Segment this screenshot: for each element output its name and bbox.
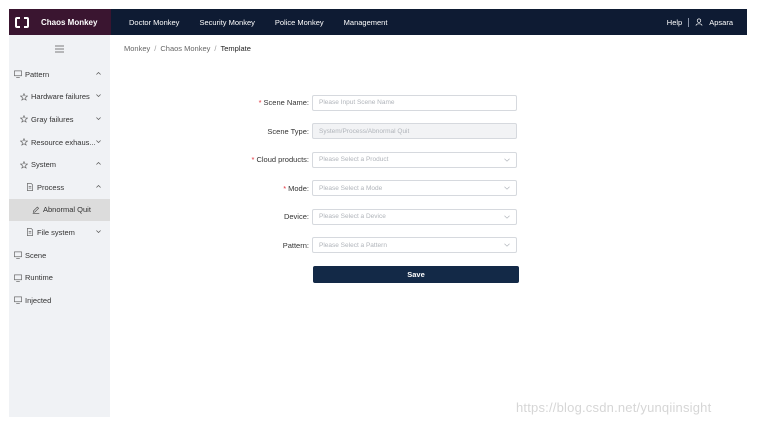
nav-right: Help Apsara [667, 17, 747, 27]
sidebar-item-label: Abnormal Quit [43, 205, 91, 215]
monitor-icon [13, 273, 22, 282]
save-button[interactable]: Save [313, 266, 519, 283]
nav-police-monkey[interactable]: Police Monkey [265, 18, 334, 27]
monitor-icon [13, 251, 22, 260]
chevron-down-icon [504, 243, 510, 247]
pattern-row: Pattern: Please Select a Pattern [200, 237, 530, 254]
sidebar-item-label: System [31, 160, 57, 170]
mode-select[interactable]: Please Select a Mode [312, 180, 517, 196]
scene-name-input[interactable]: Please Input Scene Name [312, 94, 517, 111]
mode-label: * Mode: [283, 183, 309, 193]
sidebar-item-injected[interactable]: Injected [9, 289, 110, 312]
chevron-down-icon [96, 116, 101, 123]
chevron-down-icon [504, 158, 510, 162]
collapse-toggle[interactable] [9, 35, 110, 63]
chevron-up-icon [96, 161, 101, 168]
top-navbar: Chaos Monkey Doctor Monkey Security Monk… [9, 9, 747, 35]
mode-row: * Mode: Please Select a Mode [200, 180, 530, 197]
sidebar-item-system[interactable]: System [9, 153, 110, 176]
chevron-down-icon [504, 186, 510, 190]
cloud-products-row: * Cloud products: Please Select a Product [200, 151, 530, 168]
star-icon [19, 138, 28, 147]
sidebar-item-hardware-failures[interactable]: Hardware failures [9, 86, 110, 109]
chevron-down-icon [504, 215, 510, 219]
breadcrumb-sep: / [214, 44, 217, 53]
sidebar-item-label: Hardware failures [31, 92, 90, 102]
sidebar-item-label: Resource exhaus... [31, 137, 96, 147]
breadcrumb-monkey[interactable]: Monkey [124, 44, 150, 53]
cloud-products-label: * Cloud products: [251, 155, 309, 164]
device-row: Device: Please Select a Device [200, 208, 530, 225]
file-icon [25, 228, 34, 237]
monitor-icon [13, 296, 22, 305]
chevron-down-icon [96, 139, 101, 146]
sidebar: Pattern Hardware failures Gray failures Res… [9, 35, 110, 417]
breadcrumb-chaos-monkey[interactable]: Chaos Monkey [160, 44, 210, 53]
sidebar-item-label: Injected [25, 295, 52, 305]
nav-security-monkey[interactable]: Security Monkey [189, 18, 264, 27]
star-icon [19, 92, 28, 101]
device-label: Device: [283, 212, 309, 221]
scene-name-row: * Scene Name: Please Input Scene Name [200, 94, 530, 111]
star-icon [19, 115, 28, 124]
required-mark: * [251, 155, 255, 164]
pattern-select[interactable]: Please Select a Pattern [312, 237, 517, 253]
nav-management[interactable]: Management [334, 18, 398, 27]
breadcrumb-template: Template [220, 44, 251, 53]
chevron-up-icon [96, 184, 101, 191]
scene-type-row: Scene Type: System/Process/Abnormal Quit [200, 123, 530, 140]
edit-icon [31, 205, 40, 214]
nav-doctor-monkey[interactable]: Doctor Monkey [119, 18, 189, 27]
sidebar-item-label: File system [37, 227, 75, 237]
sidebar-item-runtime[interactable]: Runtime [9, 266, 110, 289]
user-icon [695, 18, 703, 26]
file-icon [25, 183, 34, 192]
sidebar-item-pattern[interactable]: Pattern [9, 63, 110, 86]
sidebar-item-label: Process [37, 182, 65, 192]
required-mark: * [258, 98, 262, 107]
sidebar-item-process[interactable]: Process [9, 176, 110, 199]
sidebar-item-gray-failures[interactable]: Gray failures [9, 108, 110, 131]
monitor-icon [13, 70, 22, 79]
chevron-down-icon [96, 93, 101, 100]
device-select[interactable]: Please Select a Device [312, 208, 517, 225]
help-link[interactable]: Help [667, 18, 682, 27]
star-icon [19, 160, 28, 169]
logo-icon [15, 16, 29, 28]
scene-name-label: * Scene Name: [258, 98, 309, 107]
main-nav: Doctor Monkey Security Monkey Police Mon… [119, 18, 397, 27]
required-mark: * [283, 183, 287, 193]
sidebar-item-abnormal-quit[interactable]: Abnormal Quit [9, 198, 110, 222]
brand-name: Chaos Monkey [41, 17, 98, 27]
sidebar-item-scene[interactable]: Scene [9, 244, 110, 267]
sidebar-item-file-system[interactable]: File system [9, 221, 110, 244]
pattern-label: Pattern: [282, 240, 309, 250]
scene-type-input: System/Process/Abnormal Quit [312, 123, 517, 139]
nav-divider [688, 17, 690, 27]
chevron-down-icon [96, 229, 101, 236]
breadcrumb: Monkey / Chaos Monkey / Template [124, 44, 251, 53]
sidebar-item-label: Runtime [25, 273, 53, 283]
user-name[interactable]: Apsara [709, 18, 733, 27]
watermark: https://blog.csdn.net/yunqiinsight [516, 400, 712, 415]
sidebar-item-label: Gray failures [31, 114, 74, 124]
breadcrumb-sep: / [154, 44, 157, 53]
menu-icon [55, 45, 64, 53]
sidebar-menu: Pattern Hardware failures Gray failures Res… [9, 63, 110, 312]
brand[interactable]: Chaos Monkey [9, 9, 111, 35]
sidebar-item-label: Pattern [25, 69, 50, 79]
sidebar-item-resource-exhaus[interactable]: Resource exhaus... [9, 131, 110, 154]
scene-type-label: Scene Type: [267, 126, 309, 136]
chevron-up-icon [96, 71, 101, 78]
sidebar-item-label: Scene [25, 250, 47, 260]
cloud-products-select[interactable]: Please Select a Product [312, 151, 517, 168]
